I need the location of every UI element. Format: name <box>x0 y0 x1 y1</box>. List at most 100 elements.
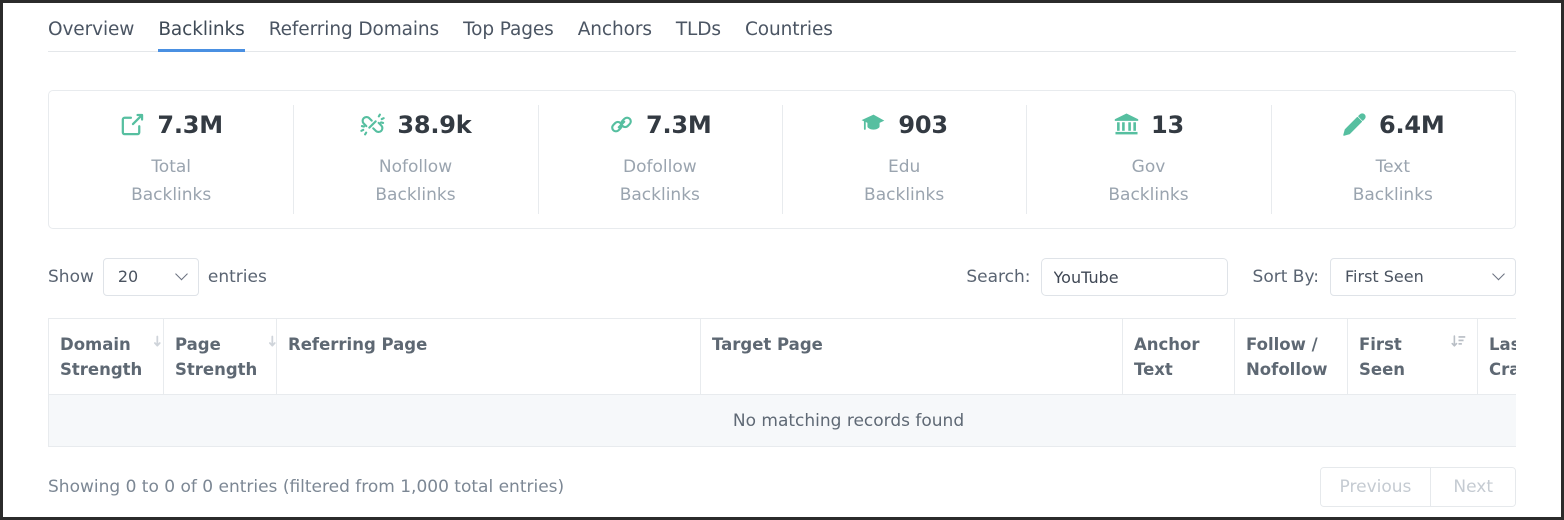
backlinks-table-wrapper: DomainStrength PageStrength Referring Page… <box>48 318 1516 447</box>
header-text: PageStrength <box>175 332 257 382</box>
header-line1: First Seen <box>1359 332 1443 382</box>
stat-top: 903 <box>860 110 948 140</box>
stat-label-line1: Dofollow <box>620 153 700 181</box>
pencil-icon <box>1341 111 1368 138</box>
stat-label: TotalBacklinks <box>131 153 211 209</box>
header-text: Follow /Nofollow <box>1246 332 1328 382</box>
table-body: No matching records found <box>49 395 1517 447</box>
stat-dofollow-backlinks: 7.3M DofollowBacklinks <box>538 91 782 228</box>
stat-label-line1: Total <box>131 153 211 181</box>
header-line2: Nofollow <box>1246 357 1328 382</box>
header-line1: Last <box>1489 332 1516 357</box>
sort-by-label: Sort By: <box>1253 267 1319 287</box>
tab-anchors[interactable]: Anchors <box>578 21 652 52</box>
stat-top: 6.4M <box>1341 110 1445 140</box>
backlinks-panel: Overview Backlinks Referring Domains Top Pa… <box>0 0 1564 520</box>
entries-info: Showing 0 to 0 of 0 entries (filtered fr… <box>48 477 564 497</box>
tab-countries[interactable]: Countries <box>745 21 833 52</box>
panel-inner: Overview Backlinks Referring Domains Top Pa… <box>3 3 1561 517</box>
backlinks-table: DomainStrength PageStrength Referring Page… <box>48 318 1516 447</box>
stat-total-backlinks: 7.3M TotalBacklinks <box>49 91 293 228</box>
header-line2: Text <box>1134 357 1200 382</box>
header-text: AnchorText <box>1134 332 1200 382</box>
sort-by-select[interactable]: First SeenLast CrawledDomain StrengthPag… <box>1330 258 1516 296</box>
header-text: DomainStrength <box>60 332 142 382</box>
column-header-anchor[interactable]: AnchorText <box>1123 319 1235 395</box>
stat-gov-backlinks: 13GovBacklinks <box>1026 91 1270 228</box>
stat-top: 38.9k <box>359 110 471 140</box>
tab-top-pages[interactable]: Top Pages <box>463 21 554 52</box>
stat-label: TextBacklinks <box>1353 153 1433 209</box>
stat-label-line1: Text <box>1353 153 1433 181</box>
tab-backlinks[interactable]: Backlinks <box>158 21 244 52</box>
pagination: Previous Next <box>1320 467 1516 507</box>
sort-by-select-wrap: First SeenLast CrawledDomain StrengthPag… <box>1330 258 1516 296</box>
stat-value: 38.9k <box>397 113 471 137</box>
stat-label-line1: Gov <box>1108 153 1188 181</box>
column-header-first-seen[interactable]: First Seen <box>1348 319 1478 395</box>
external-link-icon <box>119 111 146 138</box>
stat-top: 7.3M <box>119 110 223 140</box>
table-head: DomainStrength PageStrength Referring Page… <box>49 319 1517 395</box>
tab-tlds[interactable]: TLDs <box>676 21 721 52</box>
stat-label: NofollowBacklinks <box>375 153 455 209</box>
next-page-button[interactable]: Next <box>1431 468 1515 506</box>
column-header-domain[interactable]: DomainStrength <box>49 319 164 395</box>
entries-select-wrap: 102050100 <box>103 258 199 296</box>
table-footer: Showing 0 to 0 of 0 entries (filtered fr… <box>48 467 1516 507</box>
entries-select[interactable]: 102050100 <box>103 258 199 296</box>
search-input[interactable] <box>1041 258 1228 296</box>
table-empty-row: No matching records found <box>49 395 1517 447</box>
show-label: Show <box>48 267 94 287</box>
header-text: Target Page <box>712 332 823 357</box>
stat-text-backlinks: 6.4M TextBacklinks <box>1271 91 1515 228</box>
tab-overview[interactable]: Overview <box>48 21 134 52</box>
stat-label-line1: Nofollow <box>375 153 455 181</box>
header-text: LastCrawled <box>1489 332 1516 382</box>
stat-nofollow-backlinks: 38.9k NofollowBacklinks <box>293 91 537 228</box>
column-header-page[interactable]: PageStrength <box>164 319 277 395</box>
previous-page-button[interactable]: Previous <box>1321 468 1432 506</box>
header-line1: Anchor <box>1134 332 1200 357</box>
stat-label-line2: Backlinks <box>1108 181 1188 209</box>
stat-value: 7.3M <box>646 113 712 137</box>
stat-label-line1: Edu <box>864 153 944 181</box>
column-header-follow[interactable]: Follow /Nofollow <box>1235 319 1348 395</box>
search-label: Search: <box>966 267 1030 287</box>
show-entries-group: Show 102050100 entries <box>48 258 267 296</box>
column-header-referring-page[interactable]: Referring Page <box>277 319 701 395</box>
column-header-target-page[interactable]: Target Page <box>701 319 1123 395</box>
header-line2: Crawled <box>1489 357 1516 382</box>
header-inner: Follow /Nofollow <box>1246 332 1336 382</box>
stat-label-line2: Backlinks <box>131 181 211 209</box>
empty-message: No matching records found <box>49 395 1517 447</box>
column-header-last[interactable]: LastCrawled <box>1478 319 1517 395</box>
header-inner: Target Page <box>712 332 1111 357</box>
header-line1: Domain <box>60 332 142 357</box>
stat-value: 7.3M <box>157 113 223 137</box>
stat-label: GovBacklinks <box>1108 153 1188 209</box>
header-text: First Seen <box>1359 332 1443 382</box>
stat-label-line2: Backlinks <box>375 181 455 209</box>
entries-label: entries <box>208 267 267 287</box>
header-inner: PageStrength <box>175 332 265 382</box>
backlink-stats-card: 7.3MTotalBacklinks38.9kNofollowBacklinks… <box>48 90 1516 229</box>
stat-value: 6.4M <box>1379 113 1445 137</box>
header-inner: AnchorText <box>1134 332 1223 382</box>
stat-label: DofollowBacklinks <box>620 153 700 209</box>
header-line1: Referring Page <box>288 332 427 357</box>
search-sort-group: Search: Sort By: First SeenLast CrawledD… <box>966 258 1516 296</box>
stat-edu-backlinks: 903 EduBacklinks <box>782 91 1026 228</box>
sort-descending-icon[interactable] <box>1451 334 1466 350</box>
header-inner: Referring Page <box>288 332 689 357</box>
stat-top: 7.3M <box>608 110 712 140</box>
bank-icon <box>1113 111 1140 138</box>
stat-label: EduBacklinks <box>864 153 944 209</box>
header-inner: First Seen <box>1359 332 1466 382</box>
header-line1: Page <box>175 332 257 357</box>
tab-bar: Overview Backlinks Referring Domains Top Pa… <box>48 3 1516 52</box>
header-inner: LastCrawled <box>1489 332 1516 382</box>
header-inner: DomainStrength <box>60 332 152 382</box>
tab-referring-domains[interactable]: Referring Domains <box>269 21 439 52</box>
table-header-row: DomainStrength PageStrength Referring Page… <box>49 319 1517 395</box>
